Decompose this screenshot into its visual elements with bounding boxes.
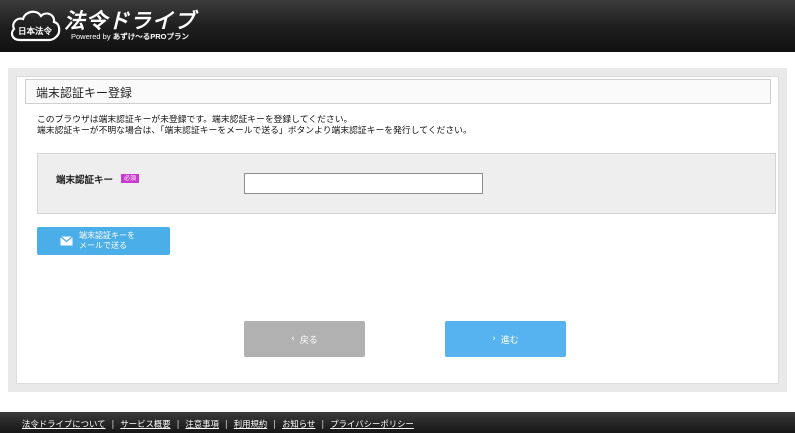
send-key-email-label: 端末認証キーを メールで送る xyxy=(79,231,135,250)
footer-divider: | xyxy=(224,419,228,429)
footer-link-notes[interactable]: 注意事項 xyxy=(185,419,219,429)
chevron-right-icon: › xyxy=(492,334,496,344)
notice-line-1: このブラウザは端末認証キーが未登録です。端末認証キーを登録してください。 xyxy=(37,115,353,125)
powered-by-text: Powered by xyxy=(71,32,113,41)
footer-divider: | xyxy=(273,419,277,429)
send-key-email-line-2: メールで送る xyxy=(79,240,127,250)
app-subtitle: Powered by あずけ〜るPROプラン xyxy=(71,31,189,42)
next-button-label: 進む xyxy=(500,335,519,346)
footer-link-service-overview[interactable]: サービス概要 xyxy=(120,419,170,429)
required-badge: 必須 xyxy=(121,174,140,183)
back-button-label: 戻る xyxy=(299,335,318,346)
auth-key-label: 端末認証キー xyxy=(56,175,114,186)
footer-link-news[interactable]: お知らせ xyxy=(282,419,315,429)
chevron-left-icon: ‹ xyxy=(291,334,295,344)
auth-key-input[interactable] xyxy=(244,173,483,194)
send-key-email-button[interactable]: 端末認証キーを メールで送る xyxy=(37,227,170,255)
cloud-logo-icon: 日本法令 xyxy=(10,10,61,42)
notice-text: このブラウザは端末認証キーが未登録です。端末認証キーを登録してください。 端末認… xyxy=(37,115,472,137)
footer-link-about[interactable]: 法令ドライブについて xyxy=(22,419,106,429)
footer-divider: | xyxy=(321,419,325,429)
app-header: 日本法令 法令ドライブ Powered by あずけ〜るPROプラン xyxy=(0,0,795,52)
next-button[interactable]: › 進む xyxy=(445,321,566,357)
footer-divider: | xyxy=(111,419,115,429)
page-title: 端末認証キー登録 xyxy=(25,79,771,104)
auth-key-form: 端末認証キー 必須 xyxy=(37,153,776,214)
footer-link-terms[interactable]: 利用規約 xyxy=(234,419,268,429)
send-key-email-line-1: 端末認証キーを xyxy=(79,231,135,240)
notice-line-2: 端末認証キーが不明な場合は、「端末認証キーをメールで送る」ボタンより端末認証キー… xyxy=(37,126,472,136)
main-panel: 端末認証キー登録 このブラウザは端末認証キーが未登録です。端末認証キーを登録して… xyxy=(8,68,787,392)
footer-divider: | xyxy=(176,419,180,429)
logo-badge-text: 日本法令 xyxy=(18,26,53,37)
footer-link-privacy[interactable]: プライバシーポリシー xyxy=(330,419,414,429)
mail-icon xyxy=(60,236,73,246)
plan-name: あずけ〜るPROプラン xyxy=(112,32,189,41)
content-card: 端末認証キー登録 このブラウザは端末認証キーが未登録です。端末認証キーを登録して… xyxy=(16,76,779,384)
back-button[interactable]: ‹ 戻る xyxy=(244,321,365,357)
footer-nav: 法令ドライブについて | サービス概要 | 注意事項 | 利用規約 | お知らせ | プライバシーポ… xyxy=(0,412,795,433)
